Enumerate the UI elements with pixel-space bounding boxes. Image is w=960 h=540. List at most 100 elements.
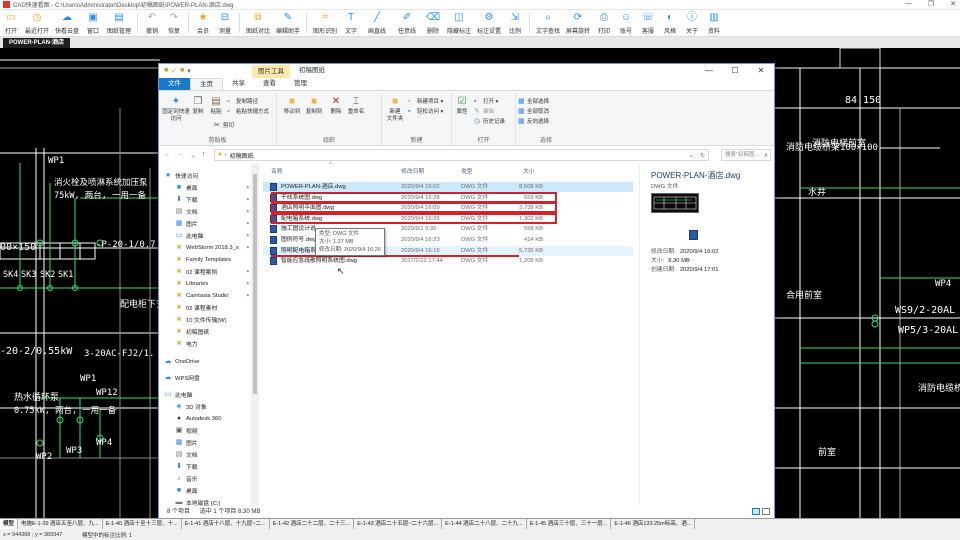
toolbar-button[interactable]: ↷ 恢复 <box>163 10 185 37</box>
nav-item[interactable]: ⬇ 下载 ✦ <box>159 194 258 205</box>
layout-tab[interactable]: E-1-45 酒店三十层、三十一层... <box>527 519 612 529</box>
tab-file[interactable]: 文件 <box>159 78 190 90</box>
nav-item[interactable]: ◈ 3D 对象 <box>159 401 258 412</box>
toolbar-button[interactable]: ▣ 窗口 <box>82 10 104 37</box>
search-input[interactable]: 搜索"初稿图... ⌕ <box>721 149 771 161</box>
new-folder-button[interactable]: ■ 新建 文件夹 <box>385 96 405 123</box>
check-icon[interactable]: ✓ <box>171 67 177 75</box>
nav-item[interactable]: ▣ 视频 <box>159 425 258 436</box>
nav-item[interactable]: ☁ OneDrive <box>159 356 258 367</box>
nav-item[interactable]: ■ Camtasia Studio ✦ <box>159 290 258 301</box>
invert-selection-button[interactable]: ▦ 反向选择 <box>518 117 549 126</box>
file-row[interactable]: 智能应急疏散照明系统图.dwg 2017/2/22 17:44 DWG 文件 1,20… <box>263 256 633 266</box>
copy-button[interactable]: ❐ 复制 <box>191 96 205 116</box>
edit-button[interactable]: ✎ 编辑 <box>474 107 494 116</box>
nav-item[interactable]: ▭ 此电脑 ✦ <box>159 230 258 241</box>
nav-item[interactable]: ■ WebStorm 2018.3_x ✦ <box>159 242 258 253</box>
back-arrow-icon[interactable]: ← <box>164 151 171 159</box>
layout-tab[interactable]: E-1-40 酒店十至十三层、十... <box>103 519 182 529</box>
nav-item[interactable]: ■ 02 课程案例 ✦ <box>159 266 258 277</box>
picture-tools-tab[interactable]: 图片工具 <box>252 65 290 78</box>
recent-dropdown-icon[interactable]: ⌄ <box>190 151 196 159</box>
column-type[interactable]: 类型 <box>461 166 473 175</box>
up-arrow-icon[interactable]: ↑ <box>202 151 206 159</box>
copy-to-button[interactable]: ■ 复制到 <box>305 96 323 116</box>
forward-arrow-icon[interactable]: → <box>177 151 184 159</box>
toolbar-button[interactable]: ⌕ 文字查找 <box>533 10 563 37</box>
layout-tab[interactable]: E-1-41 酒店十八层、十九层~二... <box>182 519 270 529</box>
file-explorer-window[interactable]: ■ ✓ ■ ▾ 图片工具 初稿图纸 — ☐ ✕ 文件 主页 共享 查看 管理 ✦… <box>158 63 775 519</box>
minimize-button[interactable]: — <box>905 0 912 8</box>
toolbar-button[interactable]: ▥ 资料 <box>703 10 725 37</box>
select-none-button[interactable]: ▦ 全部取消 <box>518 107 549 116</box>
toolbar-button[interactable]: ☏ 客服 <box>637 10 659 37</box>
nav-item[interactable]: ■ Libraries ✦ <box>159 278 258 289</box>
toolbar-button[interactable]: ◫ 隐藏标注 <box>444 10 474 37</box>
nav-item[interactable]: ■ 电力 <box>159 338 258 349</box>
rename-button[interactable]: ⌶ 重命名 <box>347 96 365 116</box>
details-view-icon[interactable] <box>752 508 760 515</box>
nav-item[interactable]: ■ 桌面 ✦ <box>159 182 258 193</box>
toolbar-button[interactable]: ◷ 最近打开 <box>22 10 52 37</box>
refresh-icon[interactable]: ↻ <box>700 152 705 159</box>
document-tab[interactable]: POWER-PLAN-酒店 <box>3 38 70 48</box>
toolbar-button[interactable]: ⟳ 屏幕旋转 <box>563 10 593 37</box>
nav-item[interactable]: ⬇ 下载 <box>159 461 258 472</box>
tab-share[interactable]: 共享 <box>223 78 254 90</box>
nav-item[interactable]: ▦ 图片 <box>159 437 258 448</box>
nav-item[interactable]: ● Autodesk 360 <box>159 413 258 424</box>
layout-tab[interactable]: E-1-46 酒店133.25m标高、酒... <box>611 519 696 529</box>
toolbar-button[interactable]: ✐ 任意线 <box>392 10 422 37</box>
nav-item[interactable]: ▤ 文档 <box>159 449 258 460</box>
nav-scroll-thumb[interactable] <box>253 174 257 394</box>
toolbar-button[interactable]: ⇲ 比例 <box>504 10 526 37</box>
toolbar-button[interactable]: ✎ 编辑助手 <box>273 10 303 37</box>
layout-tab[interactable]: 电施E-1-39 酒店五至八层、九... <box>18 519 103 529</box>
nav-item[interactable]: ■ 初稿图纸 <box>159 326 258 337</box>
toolbar-button[interactable]: ⌗ 图形识别 <box>310 10 340 37</box>
toolbar-button[interactable]: ◐ 风格 <box>659 10 681 37</box>
explorer-minimize-button[interactable]: — <box>696 64 722 78</box>
large-icons-view-icon[interactable] <box>762 508 770 515</box>
history-button[interactable]: ◷ 历史记录 <box>474 117 505 126</box>
pin-quick-access-button[interactable]: ✦ 固定到快速访问 <box>162 96 190 123</box>
paste-shortcut-button[interactable]: ▫ 粘贴快捷方式 <box>227 107 269 116</box>
properties-button[interactable]: ☑ 属性 <box>454 96 470 116</box>
folder-icon[interactable]: ■ <box>180 67 184 75</box>
toolbar-button[interactable]: ⊟ 测量 <box>214 10 236 37</box>
nav-item[interactable]: ▤ 文档 ✦ <box>159 206 258 217</box>
layout-tab[interactable]: E-1-42 酒店二十二层、二十三... <box>270 519 355 529</box>
toolbar-button[interactable]: T 文字 <box>340 10 362 37</box>
file-row[interactable]: POWER-PLAN-酒店.dwg 2020/9/4 16:02 DWG 文件 8,5… <box>263 182 633 192</box>
toolbar-button[interactable]: ▭ 打开 <box>0 10 22 37</box>
nav-item[interactable]: ■ Family Templates <box>159 254 258 265</box>
tab-home[interactable]: 主页 <box>190 77 223 91</box>
nav-item[interactable]: ▭ 此电脑 <box>159 389 258 400</box>
nav-scrollbar[interactable] <box>251 164 259 506</box>
new-item-button[interactable]: ▪ 新建项目 ▾ <box>408 97 443 106</box>
address-dropdown-icon[interactable]: ⌄ <box>689 152 694 159</box>
column-name[interactable]: 名称 <box>271 166 283 175</box>
address-bar[interactable]: ■ › 初稿图纸 ⌄ ↻ <box>214 149 709 161</box>
explorer-maximize-button[interactable]: ☐ <box>722 64 748 78</box>
close-button[interactable]: ✕ <box>950 0 956 8</box>
nav-item[interactable]: ■ 02 课程素材 <box>159 302 258 313</box>
delete-button[interactable]: ✕ 删除 <box>329 96 343 116</box>
toolbar-button[interactable]: ⚙ 标注设置 <box>474 10 504 37</box>
nav-item[interactable]: ♪ 音乐 <box>159 473 258 484</box>
paste-button[interactable]: ▤ 粘贴 <box>209 96 223 116</box>
breadcrumb-item[interactable]: 初稿图纸 <box>230 151 254 160</box>
chevron-down-icon[interactable]: ▾ <box>187 67 191 75</box>
toolbar-button[interactable]: ▤ 图纸管理 <box>104 10 134 37</box>
column-size[interactable]: 大小 <box>523 166 535 175</box>
nav-item[interactable]: ■ 桌面 <box>159 485 258 496</box>
nav-item[interactable]: ☁ WPS网盘 <box>159 372 258 383</box>
explorer-close-button[interactable]: ✕ <box>748 64 774 78</box>
cut-button[interactable]: ✂ 剪切 <box>214 121 234 130</box>
easy-access-button[interactable]: ▪ 轻松访问 ▾ <box>408 107 443 116</box>
open-button[interactable]: ▪ 打开 ▾ <box>474 97 498 106</box>
folder-icon[interactable]: ■ <box>164 67 168 75</box>
nav-item[interactable]: ▦ 图片 ✦ <box>159 218 258 229</box>
select-all-button[interactable]: ▦ 全部选择 <box>518 97 549 106</box>
toolbar-button[interactable]: ★ 会员 <box>192 10 214 37</box>
